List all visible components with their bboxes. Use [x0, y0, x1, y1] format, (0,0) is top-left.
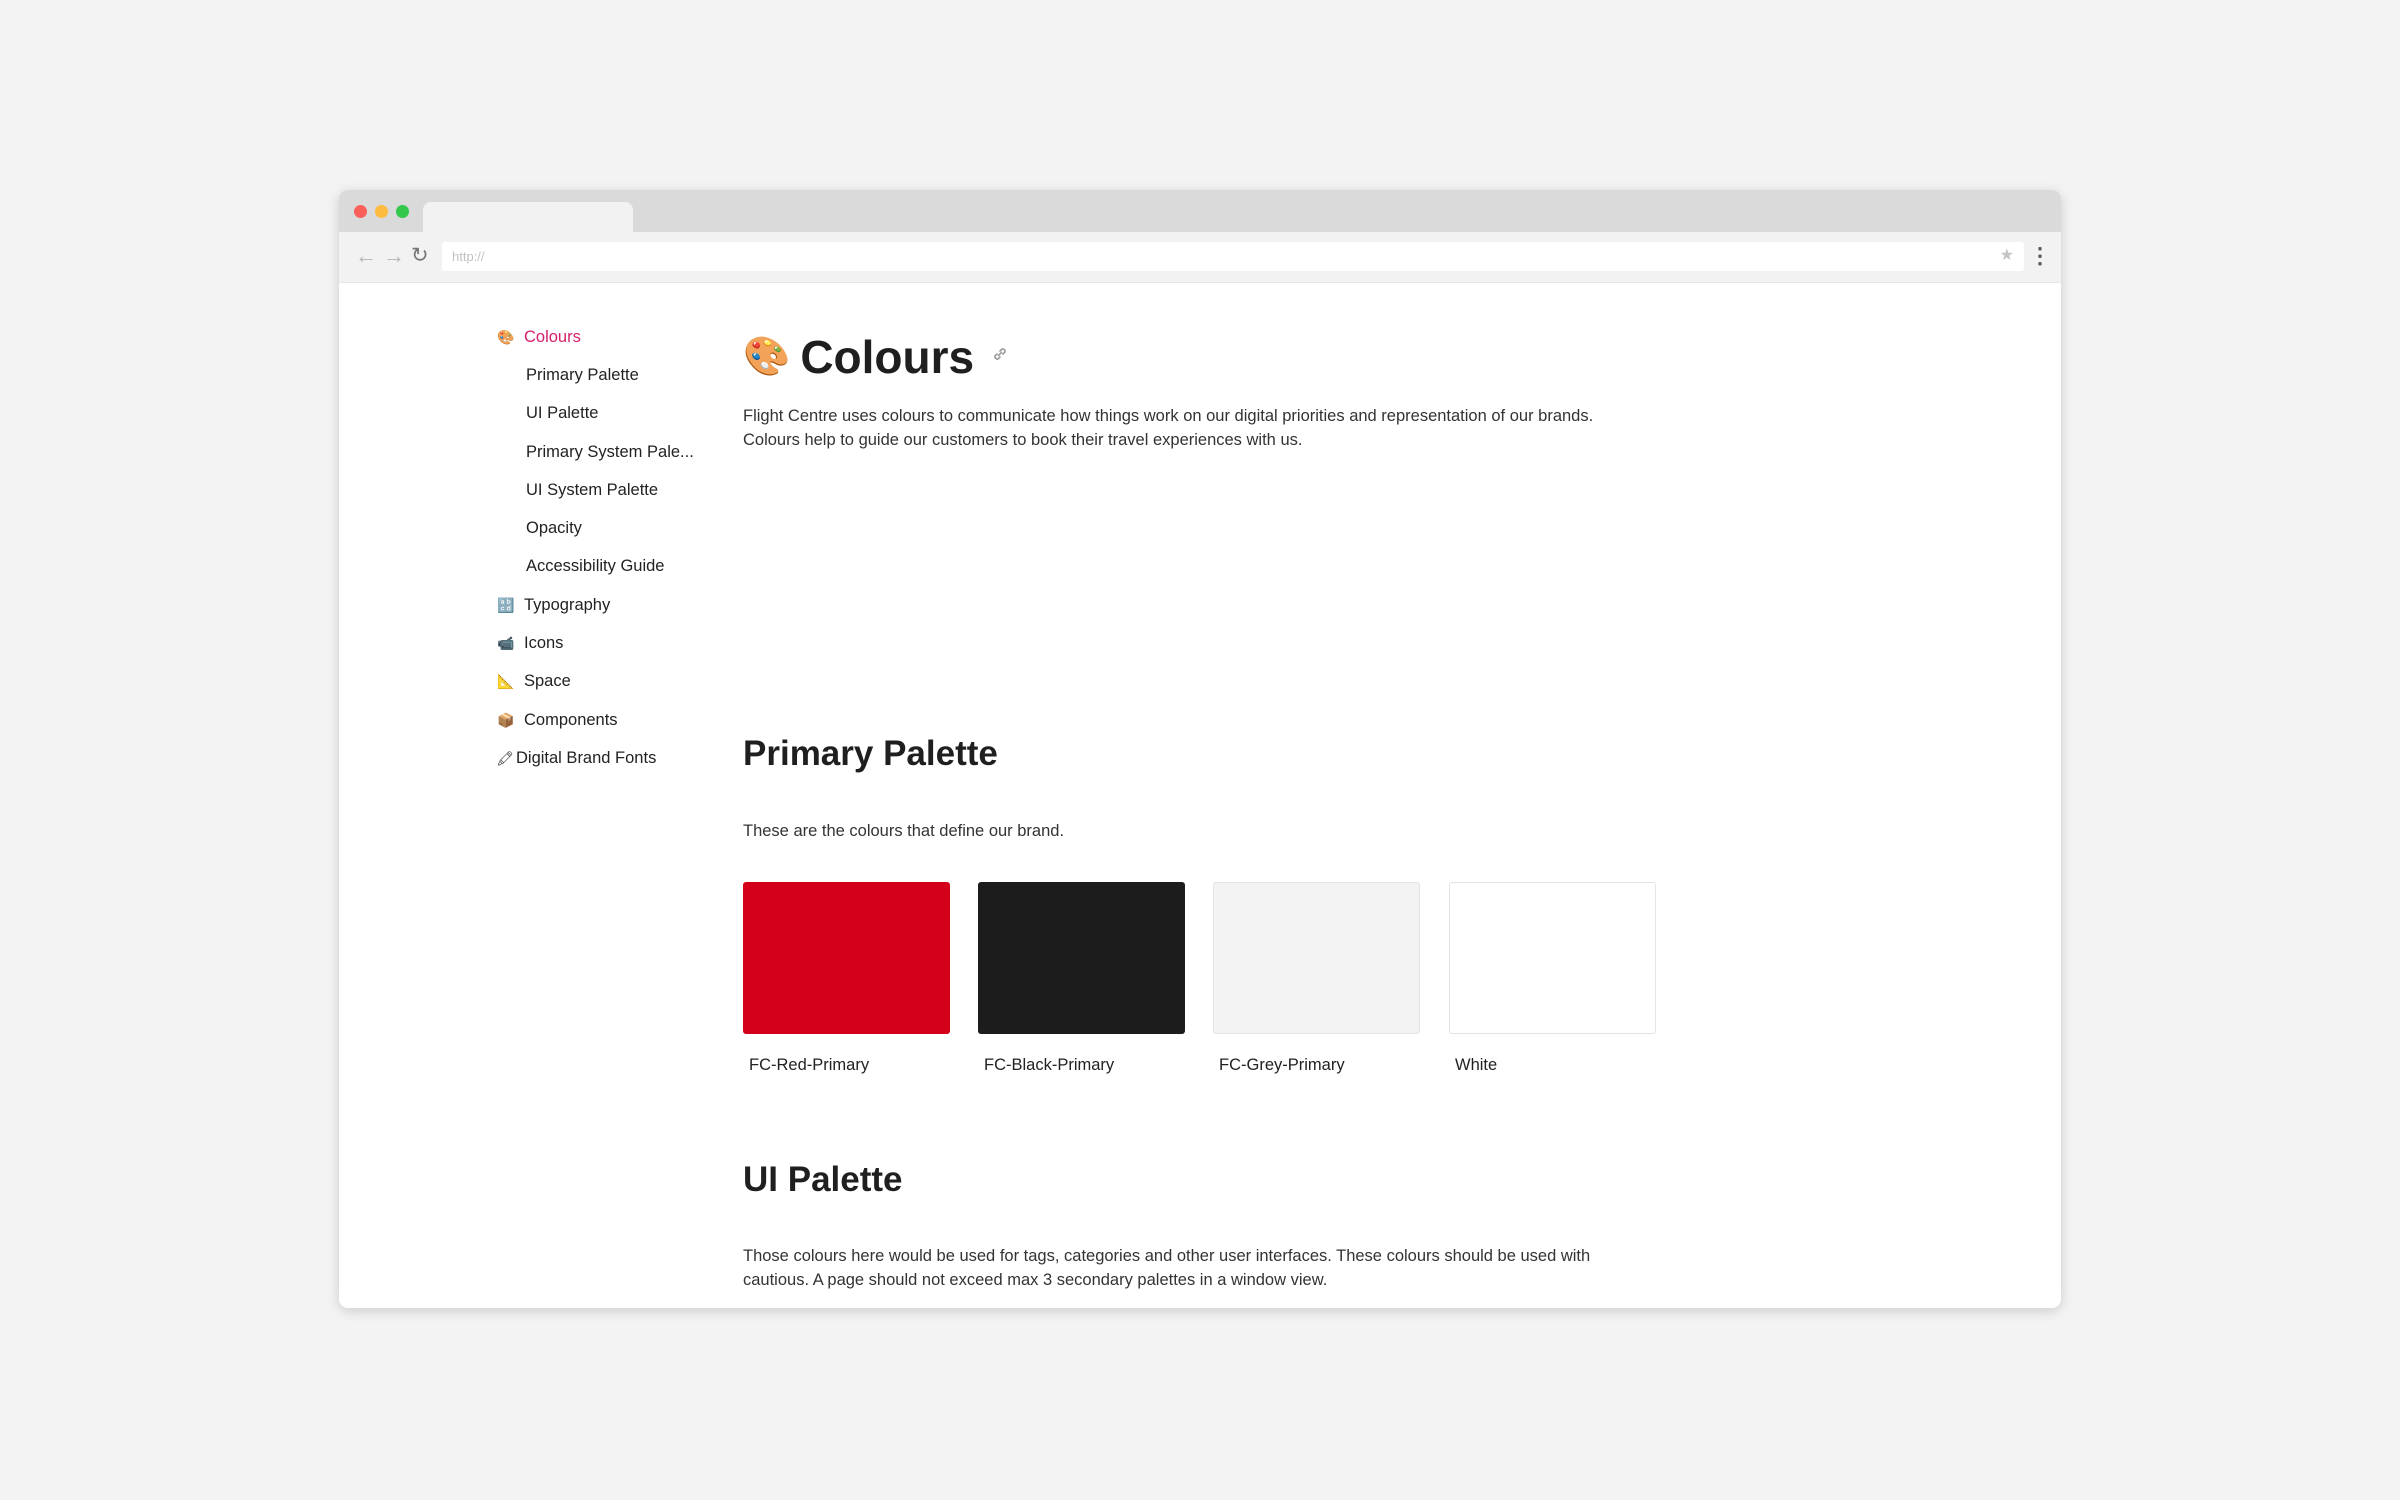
- crayon-icon: 🖍: [496, 749, 514, 766]
- palette-icon: 🎨: [497, 328, 515, 345]
- sidebar-item-accessibility-guide[interactable]: Accessibility Guide: [496, 548, 726, 586]
- browser-menu-icon[interactable]: ⋮: [2029, 243, 2051, 269]
- page-title: 🎨 Colours: [743, 322, 1010, 392]
- sidebar-item-components[interactable]: 📦 Components: [496, 701, 726, 739]
- reload-icon[interactable]: ↻: [411, 242, 429, 270]
- minimize-window-button[interactable]: [375, 205, 388, 218]
- sidebar-item-ui-system-palette[interactable]: UI System Palette: [496, 471, 726, 509]
- close-window-button[interactable]: [354, 205, 367, 218]
- swatch-label: White: [1455, 1056, 1498, 1074]
- swatch-fc-grey-primary[interactable]: [1213, 882, 1420, 1034]
- address-bar[interactable]: ★: [442, 242, 2024, 271]
- sidebar-item-label: Components: [524, 710, 618, 729]
- sidebar-item-digital-brand-fonts[interactable]: 🖍 Digital Brand Fonts: [496, 739, 726, 777]
- swatch-label: FC-Grey-Primary: [1219, 1056, 1345, 1074]
- anchor-link-icon[interactable]: [990, 344, 1010, 370]
- maximize-window-button[interactable]: [396, 205, 409, 218]
- swatch-fc-black-primary[interactable]: [978, 882, 1185, 1034]
- page-title-text: Colours: [800, 331, 975, 383]
- url-input[interactable]: [452, 242, 1952, 271]
- sidebar-nav: 🎨 Colours Primary Palette UI Palette Pri…: [496, 318, 726, 778]
- sidebar-item-primary-palette[interactable]: Primary Palette: [496, 356, 726, 394]
- intro-line: Colours help to guide our customers to b…: [743, 431, 1303, 449]
- primary-swatch-row: [743, 882, 1663, 1042]
- sidebar-item-icons[interactable]: 📹 Icons: [496, 624, 726, 662]
- swatch-white[interactable]: [1449, 882, 1656, 1034]
- sidebar-item-label: Icons: [524, 634, 564, 653]
- browser-window: ← → ↻ ★ ⋮ 🎨 Colours Primary Palette UI P…: [339, 190, 2061, 1308]
- sidebar-item-space[interactable]: 📐 Space: [496, 663, 726, 701]
- browser-toolbar: ← → ↻ ★ ⋮: [339, 232, 2061, 283]
- sidebar-item-ui-palette[interactable]: UI Palette: [496, 395, 726, 433]
- video-camera-icon: 📹: [497, 635, 515, 652]
- sidebar-item-opacity[interactable]: Opacity: [496, 509, 726, 547]
- swatch-fc-red-primary[interactable]: [743, 882, 950, 1034]
- sidebar-item-label: Space: [524, 672, 571, 691]
- ui-palette-heading: UI Palette: [743, 1160, 903, 1199]
- intro-line: Flight Centre uses colours to communicat…: [743, 407, 1594, 425]
- description-line: Those colours here would be used for tag…: [743, 1247, 1591, 1265]
- bookmark-star-icon[interactable]: ★: [2000, 245, 2014, 265]
- link-icon: [994, 348, 1006, 360]
- package-icon: 📦: [497, 711, 515, 728]
- intro-paragraph: Flight Centre uses colours to communicat…: [743, 404, 1663, 452]
- swatch-label: FC-Black-Primary: [984, 1056, 1115, 1074]
- swatch-label: FC-Red-Primary: [749, 1056, 870, 1074]
- sidebar-item-label: Digital Brand Fonts: [516, 748, 657, 767]
- back-arrow-icon[interactable]: ←: [355, 242, 377, 270]
- tab-strip: [339, 190, 2061, 234]
- sidebar-item-label: Colours: [524, 327, 581, 346]
- primary-palette-description: These are the colours that define our br…: [743, 822, 1065, 840]
- abc-icon: 🔡: [497, 596, 515, 613]
- sidebar-item-label: Typography: [524, 595, 611, 614]
- forward-arrow-icon[interactable]: →: [383, 242, 405, 270]
- page-content: 🎨 Colours Primary Palette UI Palette Pri…: [339, 282, 2061, 1308]
- browser-tab[interactable]: [423, 202, 633, 234]
- sidebar-item-typography[interactable]: 🔡 Typography: [496, 586, 726, 624]
- primary-palette-heading: Primary Palette: [743, 734, 998, 773]
- description-line: cautious. A page should not exceed max 3…: [743, 1271, 1328, 1289]
- palette-icon: 🎨: [743, 336, 791, 378]
- sidebar-item-primary-system-palette[interactable]: Primary System Pale...: [496, 433, 726, 471]
- triangle-ruler-icon: 📐: [497, 673, 515, 690]
- ui-palette-description: Those colours here would be used for tag…: [743, 1244, 1663, 1292]
- sidebar-item-colours[interactable]: 🎨 Colours: [496, 318, 726, 356]
